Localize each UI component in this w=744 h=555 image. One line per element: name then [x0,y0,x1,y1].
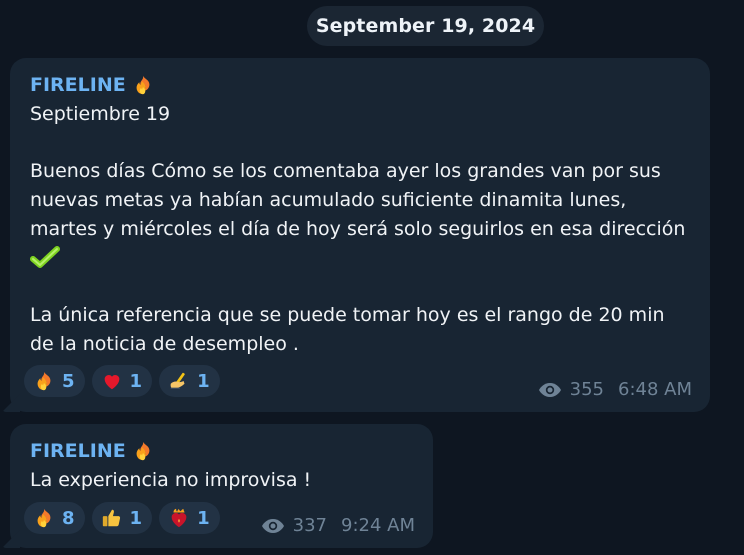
message-bubble[interactable]: FIRELINE Septiembre 19 Buenos días Cómo … [2,58,710,412]
bubble-tail [2,394,20,412]
eye-icon [261,518,284,533]
reaction-thumbs-up[interactable]: 1 [91,502,153,534]
reaction-count: 1 [197,370,210,392]
fire-icon [37,371,51,391]
message-bubble[interactable]: FIRELINE La experiencia no improvisa ! 8 [2,424,433,548]
fire-icon [37,508,51,528]
reaction-heart-on-fire[interactable]: 1 [159,502,220,534]
check-mark-icon [30,246,60,269]
reaction-count: 1 [129,507,143,529]
reaction-count: 1 [129,370,143,392]
reaction-heart[interactable]: 1 [91,365,153,397]
message-text: Septiembre 19 Buenos días Cómo se los co… [30,100,690,358]
date-separator: September 19, 2024 [307,6,544,46]
reaction-writing-hand[interactable]: 1 [159,365,220,397]
view-count: 337 [292,515,327,536]
text-line: nuevas metas ya habían acumulado suficie… [30,189,627,212]
reactions-bar: 5 1 1 [24,365,220,397]
sender-row: FIRELINE [30,438,413,464]
message-text: La experiencia no improvisa ! [30,466,413,495]
fire-icon [136,441,150,461]
text-line: martes y miércoles el día de hoy será so… [30,217,686,240]
fire-icon [136,75,150,95]
reaction-count: 5 [62,370,75,392]
text-line: La única referencia que se puede tomar h… [30,303,665,326]
eye-icon [538,382,561,397]
heart-on-fire-icon [171,508,187,528]
chat-view: September 19, 2024 FIRELINE Septiembre 1… [0,0,744,555]
sender-name[interactable]: FIRELINE [30,74,126,96]
reactions-bar: 8 1 1 [24,502,220,534]
text-line: Septiembre 19 [30,103,171,125]
reaction-count: 8 [62,507,75,529]
reaction-count: 1 [197,507,210,529]
message-meta: 355 6:48 AM [538,379,692,400]
reaction-fire[interactable]: 8 [24,502,85,534]
message-time: 9:24 AM [341,515,415,536]
text-line: de la noticia de desempleo . [30,332,299,355]
heart-icon [104,375,119,390]
message-time: 6:48 AM [618,379,692,400]
message-meta: 337 9:24 AM [261,515,415,536]
sender-name[interactable]: FIRELINE [30,440,126,462]
bubble-tail [2,530,20,548]
sender-row: FIRELINE [30,72,690,98]
text-line: Buenos días Cómo se los comentaba ayer l… [30,160,661,183]
writing-hand-icon [170,372,185,390]
text-line: La experiencia no improvisa ! [30,469,312,491]
reaction-fire[interactable]: 5 [24,365,85,397]
thumbs-up-icon [102,509,120,527]
view-count: 355 [569,379,604,400]
